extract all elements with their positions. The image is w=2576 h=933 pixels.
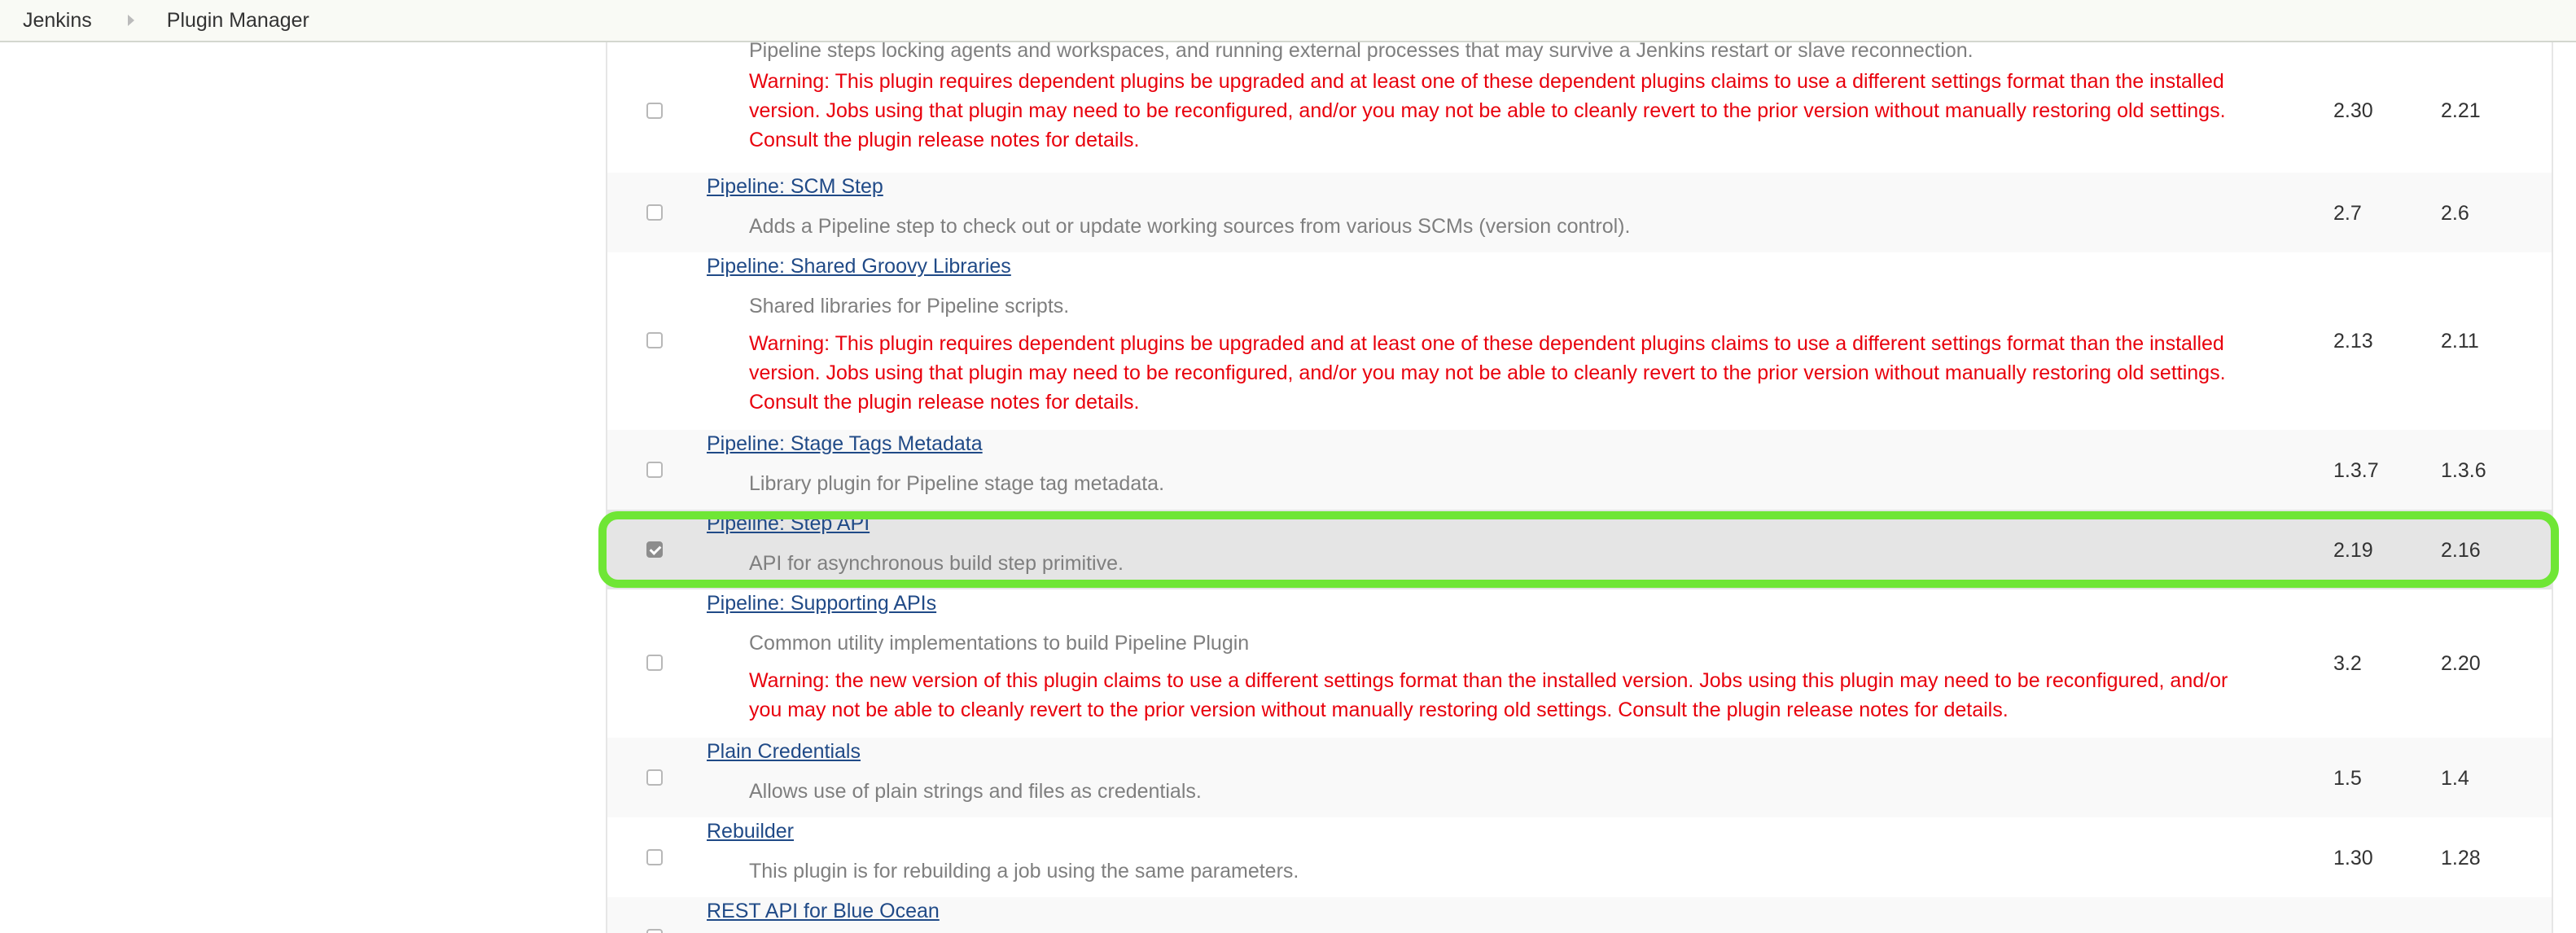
plugin-name-link[interactable]: Pipeline: Supporting APIs xyxy=(707,591,936,615)
plugin-name-link[interactable]: Rebuilder xyxy=(707,819,794,843)
plugin-description: Common utility implementations to build … xyxy=(749,632,1250,655)
plugin-name-link[interactable]: Plain Credentials xyxy=(707,739,861,764)
plugin-name-link[interactable]: Pipeline: SCM Step xyxy=(707,174,883,199)
plugin-description: API for asynchronous build step primitiv… xyxy=(749,552,1124,575)
plugin-warning: Warning: This plugin requires dependent … xyxy=(749,70,2226,151)
installed-version: 2.16 xyxy=(2441,539,2481,562)
installed-version: 2.20 xyxy=(2441,652,2481,675)
installed-version: 1.28 xyxy=(2441,847,2481,869)
breadcrumb-plugin-manager[interactable]: Plugin Manager xyxy=(134,9,309,33)
installed-version: 2.6 xyxy=(2441,202,2469,225)
table-row: REST API for Blue Ocean xyxy=(607,897,2552,933)
installed-version: 1.4 xyxy=(2441,767,2469,790)
plugin-name-link[interactable]: Pipeline: Shared Groovy Libraries xyxy=(707,254,1011,278)
available-version: 1.30 xyxy=(2333,847,2373,869)
table-row-selected: Pipeline: Step API API for asynchronous … xyxy=(607,510,2552,589)
breadcrumb: Jenkins Plugin Manager xyxy=(0,0,2576,42)
plugin-update-table: Pipeline steps locking agents and worksp… xyxy=(606,42,2553,933)
update-checkbox[interactable] xyxy=(646,655,663,671)
plugin-description: Shared libraries for Pipeline scripts. xyxy=(749,295,1070,318)
plugin-description: Allows use of plain strings and files as… xyxy=(749,780,1202,803)
plugin-name-link[interactable]: Pipeline: Step API xyxy=(707,511,870,536)
available-version: 2.30 xyxy=(2333,99,2373,122)
update-checkbox[interactable] xyxy=(646,103,663,119)
plugin-description: Adds a Pipeline step to check out or upd… xyxy=(749,215,1631,238)
plugin-description: Library plugin for Pipeline stage tag me… xyxy=(749,472,1165,495)
breadcrumb-separator-icon xyxy=(127,15,134,26)
table-row: Pipeline: SCM Step Adds a Pipeline step … xyxy=(607,173,2552,252)
installed-version: 2.21 xyxy=(2441,99,2481,122)
table-row: Pipeline: Stage Tags Metadata Library pl… xyxy=(607,430,2552,510)
available-version: 2.13 xyxy=(2333,330,2373,353)
table-row: Pipeline: Shared Groovy Libraries Shared… xyxy=(607,252,2552,430)
plugin-name-link[interactable]: Pipeline: Stage Tags Metadata xyxy=(707,431,983,456)
update-checkbox[interactable] xyxy=(646,204,663,221)
available-version: 2.19 xyxy=(2333,539,2373,562)
available-version: 1.5 xyxy=(2333,767,2362,790)
table-row: Pipeline: Supporting APIs Common utility… xyxy=(607,589,2552,738)
available-version: 3.2 xyxy=(2333,652,2362,675)
installed-version: 2.11 xyxy=(2441,330,2479,353)
plugin-warning: Warning: the new version of this plugin … xyxy=(749,669,2228,721)
update-checkbox[interactable] xyxy=(646,769,663,786)
update-checkbox[interactable] xyxy=(646,332,663,348)
breadcrumb-jenkins[interactable]: Jenkins xyxy=(0,9,92,33)
available-version: 2.7 xyxy=(2333,202,2362,225)
update-checkbox-checked[interactable] xyxy=(646,541,663,558)
update-checkbox[interactable] xyxy=(646,462,663,478)
plugin-description: Pipeline steps locking agents and worksp… xyxy=(749,42,1974,62)
installed-version: 1.3.6 xyxy=(2441,459,2486,482)
update-checkbox[interactable] xyxy=(646,849,663,865)
update-checkbox[interactable] xyxy=(646,929,663,933)
table-row: Pipeline steps locking agents and worksp… xyxy=(607,42,2552,173)
plugin-name-link[interactable]: REST API for Blue Ocean xyxy=(707,899,940,923)
available-version: 1.3.7 xyxy=(2333,459,2379,482)
table-row: Rebuilder This plugin is for rebuilding … xyxy=(607,817,2552,897)
table-row: Plain Credentials Allows use of plain st… xyxy=(607,738,2552,817)
plugin-description: This plugin is for rebuilding a job usin… xyxy=(749,860,1299,883)
plugin-warning: Warning: This plugin requires dependent … xyxy=(749,332,2226,414)
